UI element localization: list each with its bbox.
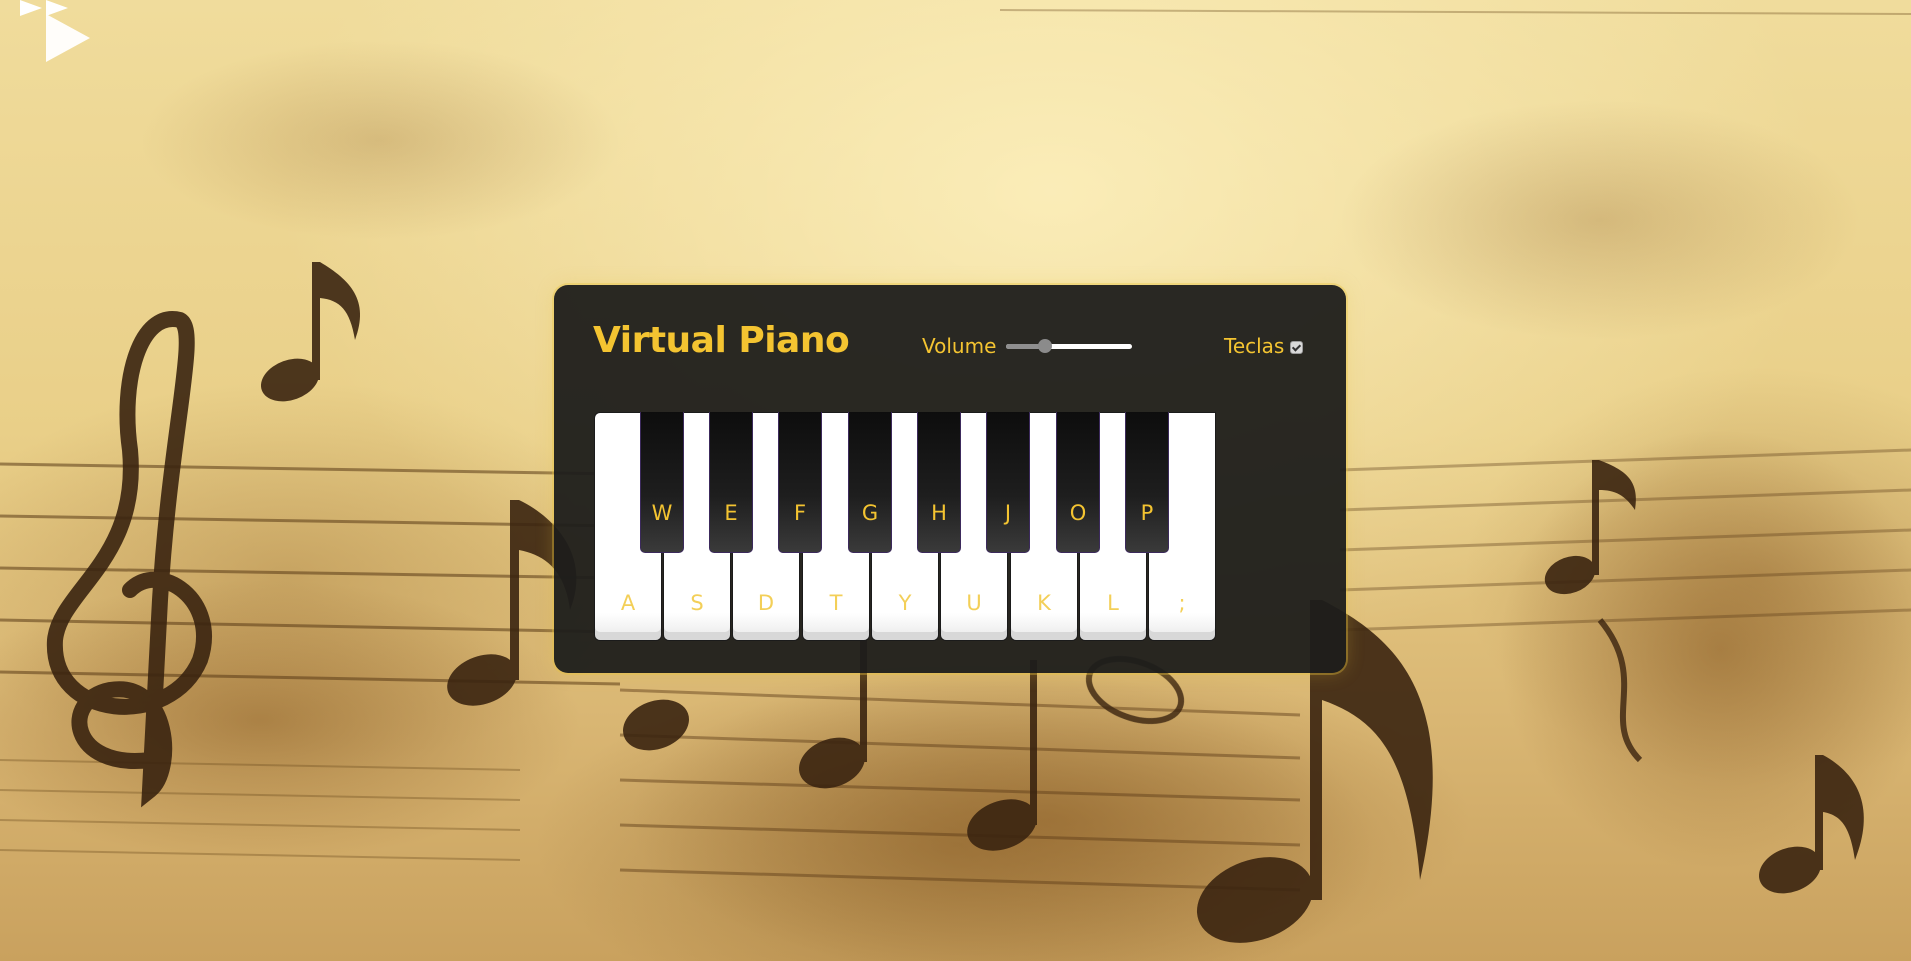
- volume-control: Volume: [922, 334, 1133, 358]
- black-key[interactable]: O: [1056, 412, 1100, 553]
- black-key[interactable]: F: [778, 412, 822, 553]
- black-key[interactable]: G: [848, 412, 892, 553]
- black-key-label: E: [724, 501, 738, 525]
- keys-toggle-label: Teclas: [1224, 334, 1285, 358]
- black-key-label: G: [861, 501, 879, 525]
- black-key[interactable]: H: [917, 412, 961, 553]
- black-key-label: F: [793, 501, 807, 525]
- play-icon[interactable]: [46, 14, 90, 62]
- black-key[interactable]: P: [1125, 412, 1169, 553]
- black-key[interactable]: W: [640, 412, 684, 553]
- white-key-label: S: [690, 591, 704, 615]
- white-key-label: A: [620, 591, 636, 615]
- white-key-label: T: [829, 591, 843, 615]
- black-key-label: J: [1004, 501, 1012, 525]
- piano-panel: Virtual Piano Volume Teclas A S D T Y U …: [554, 285, 1346, 673]
- keys-toggle-checkbox[interactable]: [1290, 340, 1304, 354]
- black-key-label: P: [1140, 501, 1154, 525]
- black-key-label: W: [651, 501, 673, 525]
- white-key-label: Y: [898, 591, 912, 615]
- white-key-label: L: [1107, 591, 1119, 615]
- volume-slider[interactable]: [1006, 339, 1133, 353]
- app-title: Virtual Piano: [593, 320, 850, 361]
- keys-toggle[interactable]: Teclas: [1224, 334, 1304, 358]
- volume-slider-thumb[interactable]: [1038, 339, 1053, 353]
- white-key-label: D: [757, 591, 775, 615]
- black-key-label: O: [1069, 501, 1087, 525]
- black-key[interactable]: J: [986, 412, 1030, 553]
- volume-label: Volume: [922, 334, 997, 358]
- white-key-label: ;: [1178, 591, 1186, 615]
- piano-keyboard: A S D T Y U K L ; W E F G H J O P: [594, 412, 1218, 643]
- white-key-label: K: [1037, 591, 1051, 615]
- white-key-label: U: [966, 591, 982, 615]
- black-key-label: H: [931, 501, 947, 525]
- black-key[interactable]: E: [709, 412, 753, 553]
